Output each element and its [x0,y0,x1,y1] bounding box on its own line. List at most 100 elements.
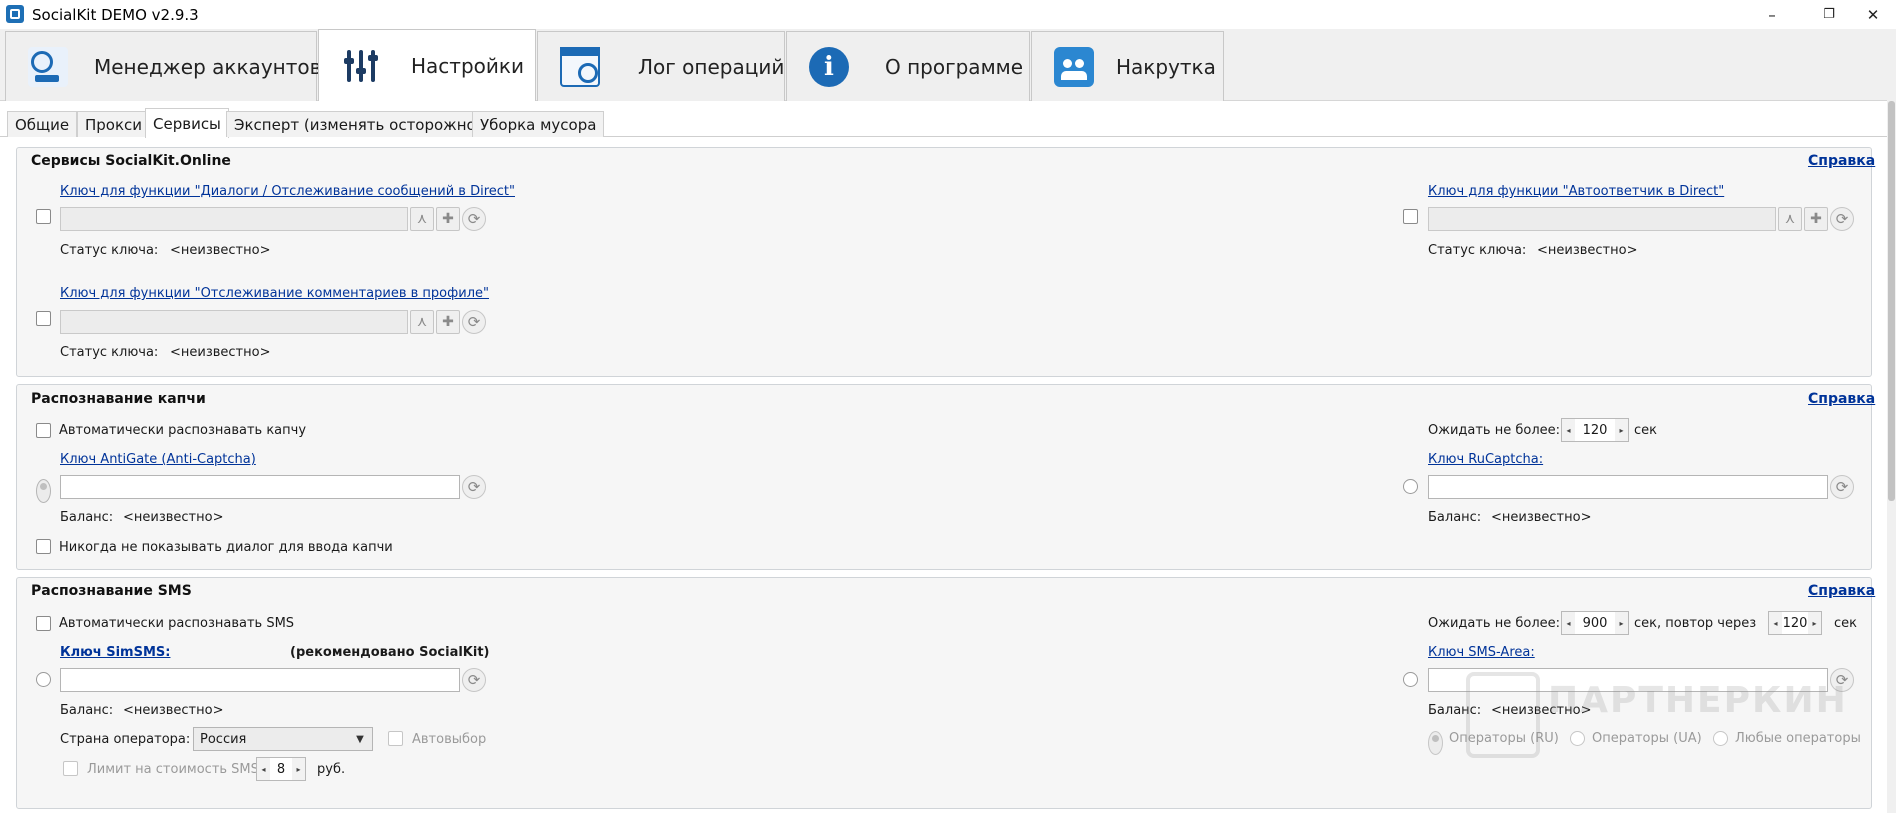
add-icon[interactable]: ✚ [436,310,460,334]
autoselect-label: Автовыбор [412,732,487,747]
spin-right-icon[interactable]: ▸ [1615,612,1628,634]
services-panel-title: Сервисы SocialKit.Online [31,153,231,169]
sms-limit-checkbox[interactable] [63,761,78,776]
antigate-key-input[interactable] [60,475,460,499]
sms-wait-value: 900 [1582,615,1608,631]
tab-about[interactable]: i О программе [786,31,1030,101]
share-icon[interactable]: ⋏ [410,207,434,231]
spin-left-icon[interactable]: ◂ [1562,612,1575,634]
rucaptcha-balance-label: Баланс: [1428,510,1482,525]
operators-ua-label: Операторы (UA) [1592,731,1702,746]
spin-left-icon[interactable]: ◂ [1562,419,1575,441]
operators-any-label: Любые операторы [1735,731,1861,746]
chevron-down-icon: ▼ [356,733,364,745]
dialogs-key-input[interactable] [60,207,408,231]
comments-key-status-value: <неизвестно> [170,345,271,360]
sms-auto-checkbox[interactable] [36,616,51,631]
comments-key-checkbox[interactable] [36,311,51,326]
refresh-icon[interactable]: ⟳ [462,475,486,499]
spin-left-icon[interactable]: ◂ [257,758,270,780]
app-logo-icon [6,5,24,23]
subtab-general[interactable]: Общие [7,111,78,137]
watermark-logo-icon [1466,672,1540,758]
autoresponder-key-link[interactable]: Ключ для функции "Автоответчик в Direct" [1428,184,1724,199]
simsms-radio[interactable] [36,672,51,687]
info-icon: i [809,46,849,87]
spin-left-icon[interactable]: ◂ [1769,612,1782,634]
close-button[interactable]: ✕ [1850,0,1896,29]
sms-wait-label: Ожидать не более: [1428,616,1560,631]
comments-key-link[interactable]: Ключ для функции "Отслеживание комментар… [60,286,489,301]
subtab-services[interactable]: Сервисы [145,108,229,138]
spin-right-icon[interactable]: ▸ [1615,419,1628,441]
rucaptcha-key-link[interactable]: Ключ RuCaptcha: [1428,452,1543,467]
simsms-balance-label: Баланс: [60,703,114,718]
tab-account-manager[interactable]: Менеджер аккаунтов [5,31,321,101]
spin-right-icon[interactable]: ▸ [292,758,305,780]
refresh-icon[interactable]: ⟳ [462,207,486,231]
refresh-icon[interactable]: ⟳ [462,668,486,692]
rucaptcha-radio[interactable] [1403,479,1418,494]
minimize-button[interactable]: – [1749,0,1795,29]
add-icon[interactable]: ✚ [1804,207,1828,231]
share-icon[interactable]: ⋏ [410,310,434,334]
tab-boost[interactable]: Накрутка [1031,31,1224,101]
captcha-wait-stepper[interactable]: ◂ 120 ▸ [1561,418,1629,442]
comments-key-input[interactable] [60,310,408,334]
captcha-help-link[interactable]: Справка [1808,391,1875,407]
services-help-link[interactable]: Справка [1808,153,1875,169]
captcha-never-show-checkbox[interactable] [36,539,51,554]
sms-repeat-value: 120 [1782,615,1808,631]
antigate-key-link[interactable]: Ключ AntiGate (Anti-Captcha) [60,452,256,467]
tab-label: Лог операций [638,54,785,79]
captcha-auto-label: Автоматически распознавать капчу [59,423,307,438]
sms-repeat-stepper[interactable]: ◂ 120 ▸ [1768,611,1822,635]
share-icon[interactable]: ⋏ [1778,207,1802,231]
autoresponder-key-checkbox[interactable] [1403,209,1418,224]
subtab-cleanup[interactable]: Уборка мусора [472,111,605,137]
smsarea-key-link[interactable]: Ключ SMS-Area: [1428,645,1535,660]
captcha-auto-checkbox[interactable] [36,423,51,438]
add-icon[interactable]: ✚ [436,207,460,231]
comments-key-status-label: Статус ключа: [60,345,159,360]
refresh-icon[interactable]: ⟳ [1830,207,1854,231]
simsms-key-link[interactable]: Ключ SimSMS: [60,645,170,660]
operators-any-radio[interactable] [1713,731,1728,746]
simsms-recommended-note: (рекомендовано SocialKit) [290,645,490,660]
tab-settings[interactable]: Настройки [318,29,536,101]
autoresponder-key-input[interactable] [1428,207,1776,231]
rucaptcha-key-input[interactable] [1428,475,1828,499]
country-select-value: Россия [200,731,247,747]
sms-panel-title: Распознавание SMS [31,583,192,599]
sms-limit-stepper[interactable]: ◂ 8 ▸ [256,757,306,781]
title-bar [0,0,1896,29]
scrollbar-thumb[interactable] [1888,101,1895,501]
dialogs-key-link[interactable]: Ключ для функции "Диалоги / Отслеживание… [60,184,515,199]
services-panel [16,147,1872,377]
subtab-expert[interactable]: Эксперт (изменять осторожно) [226,111,490,137]
captcha-wait-label: Ожидать не более: [1428,423,1560,438]
autoselect-checkbox[interactable] [388,731,403,746]
maximize-button[interactable]: ❐ [1806,0,1852,29]
refresh-icon[interactable]: ⟳ [462,310,486,334]
spin-right-icon[interactable]: ▸ [1808,612,1821,634]
country-label: Страна оператора: [60,732,191,747]
boost-users-icon [1054,46,1094,87]
country-select[interactable]: Россия ▼ [193,727,373,751]
sms-repeat-label: сек, повтор через [1634,616,1757,631]
operators-ua-radio[interactable] [1570,731,1585,746]
smsarea-radio[interactable] [1403,672,1418,687]
antigate-radio[interactable] [36,479,51,503]
watermark-text: ПАРТНЕРКИН [1548,680,1848,721]
tab-operations-log[interactable]: Лог операций [537,31,785,101]
subtab-proxy[interactable]: Прокси [77,111,151,137]
refresh-icon[interactable]: ⟳ [1830,475,1854,499]
sms-help-link[interactable]: Справка [1808,583,1875,599]
dialogs-key-checkbox[interactable] [36,209,51,224]
simsms-key-input[interactable] [60,668,460,692]
sms-wait-stepper[interactable]: ◂ 900 ▸ [1561,611,1629,635]
captcha-panel-title: Распознавание капчи [31,391,206,407]
captcha-wait-unit: сек [1634,423,1657,438]
operators-ru-radio[interactable] [1428,731,1443,755]
sms-repeat-unit: сек [1834,616,1857,631]
